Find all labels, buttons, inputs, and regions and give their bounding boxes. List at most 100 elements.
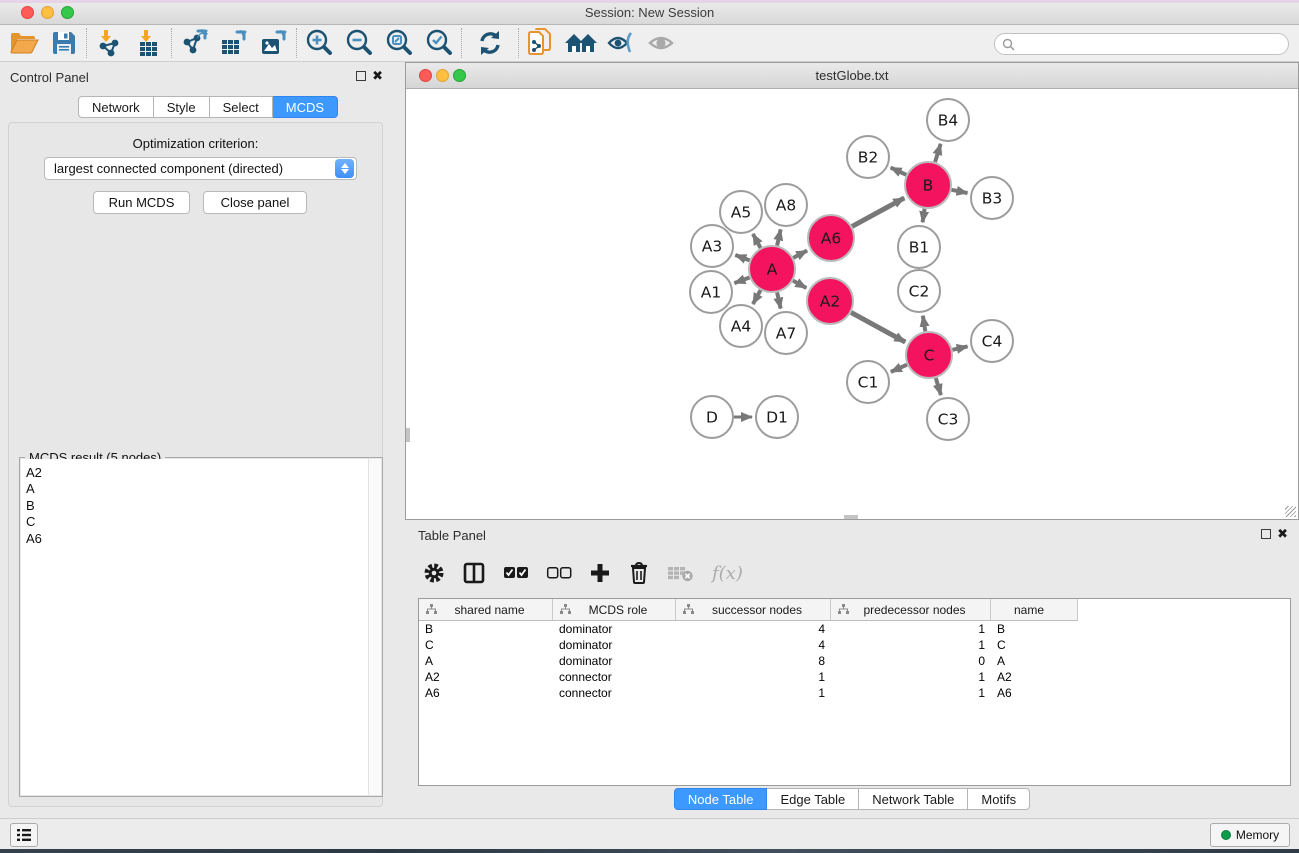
column-header-predecessor-nodes[interactable]: predecessor nodes: [831, 599, 991, 621]
mcds-result-item[interactable]: B: [26, 498, 368, 514]
graph-edge-A-A7[interactable]: [777, 292, 781, 308]
delete-icon[interactable]: [628, 558, 650, 588]
tab-select[interactable]: Select: [210, 96, 273, 118]
close-panel-icon[interactable]: ✖: [372, 68, 383, 84]
close-panel-button[interactable]: Close panel: [203, 191, 307, 214]
network-canvas[interactable]: AA1A3A4A5A7A8A6A2BB1B2B3B4CC1C2C3C4DD1: [406, 89, 1298, 519]
float-panel-icon[interactable]: [1261, 529, 1271, 539]
table-cell: A2: [419, 669, 553, 685]
mcds-result-item[interactable]: A6: [26, 531, 368, 547]
deselect-all-icon[interactable]: [546, 558, 572, 588]
graph-edge-B-B1[interactable]: [923, 209, 925, 223]
table-cell: 8: [676, 653, 831, 669]
zoom-out-icon[interactable]: [339, 27, 379, 59]
import-table-icon[interactable]: [129, 27, 169, 59]
graph-edge-A-A5[interactable]: [753, 234, 761, 248]
tab-network-table[interactable]: Network Table: [859, 788, 968, 810]
add-icon[interactable]: [589, 558, 611, 588]
columns-icon[interactable]: [462, 558, 486, 588]
tab-style[interactable]: Style: [154, 96, 210, 118]
export-image-icon[interactable]: [254, 27, 294, 59]
export-table-icon[interactable]: [214, 27, 254, 59]
graph-edge-A-A1[interactable]: [734, 277, 749, 283]
table-cell: A6: [991, 685, 1078, 701]
table-row[interactable]: Cdominator41C: [419, 637, 1290, 653]
mcds-result-item[interactable]: C: [26, 514, 368, 530]
refresh-icon[interactable]: [464, 27, 516, 59]
tab-edge-table[interactable]: Edge Table: [767, 788, 859, 810]
import-network-icon[interactable]: [89, 27, 129, 59]
network-window-titlebar[interactable]: testGlobe.txt: [406, 63, 1298, 89]
show-eye-icon[interactable]: [641, 27, 681, 59]
graph-edge-B-B3[interactable]: [952, 190, 968, 193]
graph-edge-A2-C[interactable]: [851, 312, 905, 342]
select-all-icon[interactable]: [503, 558, 529, 588]
memory-button[interactable]: Memory: [1210, 823, 1290, 847]
graph-edge-A-A2[interactable]: [793, 281, 806, 288]
network-documents-icon[interactable]: [521, 27, 561, 59]
mcds-result-item[interactable]: A: [26, 481, 368, 497]
save-session-icon[interactable]: [44, 27, 84, 59]
tab-motifs[interactable]: Motifs: [968, 788, 1030, 810]
network-window: testGlobe.txt AA1A3A4A5A7A8A6A2BB1B2B3B4…: [405, 62, 1299, 520]
table-cell: A: [991, 653, 1078, 669]
optimization-select-value: largest connected component (directed): [45, 161, 335, 176]
column-header-shared-name[interactable]: shared name: [419, 599, 553, 621]
table-cell: dominator: [553, 637, 676, 653]
control-panel-title: Control Panel: [10, 70, 89, 85]
optimization-select[interactable]: largest connected component (directed): [44, 157, 357, 180]
tab-mcds[interactable]: MCDS: [273, 96, 338, 118]
function-icon[interactable]: f(x): [712, 558, 743, 588]
graph-edge-C-C3[interactable]: [936, 378, 941, 395]
graph-edge-C-C1[interactable]: [891, 365, 907, 372]
run-mcds-button[interactable]: Run MCDS: [93, 191, 190, 214]
toolbar-separator: [461, 28, 462, 58]
graph-edge-A-A6[interactable]: [793, 251, 807, 258]
graph-node-label-C2: C2: [909, 283, 930, 301]
table-row[interactable]: A2connector11A2: [419, 669, 1290, 685]
resize-grip[interactable]: [1285, 506, 1296, 517]
mcds-result-item[interactable]: A2: [26, 465, 368, 481]
column-header-MCDS-role[interactable]: MCDS role: [553, 599, 676, 621]
float-panel-icon[interactable]: [356, 71, 366, 81]
hide-eye-icon[interactable]: [601, 27, 641, 59]
horizontal-scroll-thumb[interactable]: [844, 515, 858, 519]
graph-node-label-B1: B1: [909, 239, 930, 257]
graph-edge-B-B2[interactable]: [891, 168, 907, 175]
graph-edge-A-A3[interactable]: [735, 255, 749, 260]
gear-icon[interactable]: [423, 558, 445, 588]
close-panel-icon[interactable]: ✖: [1277, 526, 1288, 542]
open-file-icon[interactable]: [4, 27, 44, 59]
table-cell: B: [419, 621, 553, 637]
table-cell: connector: [553, 685, 676, 701]
tab-node-table[interactable]: Node Table: [674, 788, 768, 810]
graph-node-label-B2: B2: [858, 149, 879, 167]
task-history-button[interactable]: [10, 823, 38, 847]
result-scrollbar[interactable]: [368, 459, 381, 795]
vertical-scroll-thumb[interactable]: [406, 428, 410, 442]
tab-network[interactable]: Network: [78, 96, 154, 118]
column-header-successor-nodes[interactable]: successor nodes: [676, 599, 831, 621]
search-input[interactable]: [1019, 37, 1279, 51]
home-icon[interactable]: [561, 27, 601, 59]
delete-table-icon[interactable]: [667, 558, 695, 588]
graph-edge-B-B4[interactable]: [935, 144, 941, 162]
table-row[interactable]: Adominator80A: [419, 653, 1290, 669]
graph-edge-C-C4[interactable]: [952, 346, 967, 349]
graph-edge-A-A4[interactable]: [753, 290, 761, 304]
graph-node-label-A: A: [767, 261, 778, 279]
graph-edge-A-A8[interactable]: [777, 229, 781, 245]
table-row[interactable]: Bdominator41B: [419, 621, 1290, 637]
graph-edge-C-C2[interactable]: [923, 316, 925, 332]
graph-edge-A6-B[interactable]: [852, 198, 904, 227]
table-cell: 1: [831, 637, 991, 653]
export-network-icon[interactable]: [174, 27, 214, 59]
zoom-in-icon[interactable]: [299, 27, 339, 59]
zoom-selected-icon[interactable]: [419, 27, 459, 59]
table-cell: 0: [831, 653, 991, 669]
column-header-name[interactable]: name: [991, 599, 1078, 621]
zoom-fit-icon[interactable]: [379, 27, 419, 59]
table-row[interactable]: A6connector11A6: [419, 685, 1290, 701]
optimization-label: Optimization criterion:: [9, 136, 382, 151]
table-cell: connector: [553, 669, 676, 685]
